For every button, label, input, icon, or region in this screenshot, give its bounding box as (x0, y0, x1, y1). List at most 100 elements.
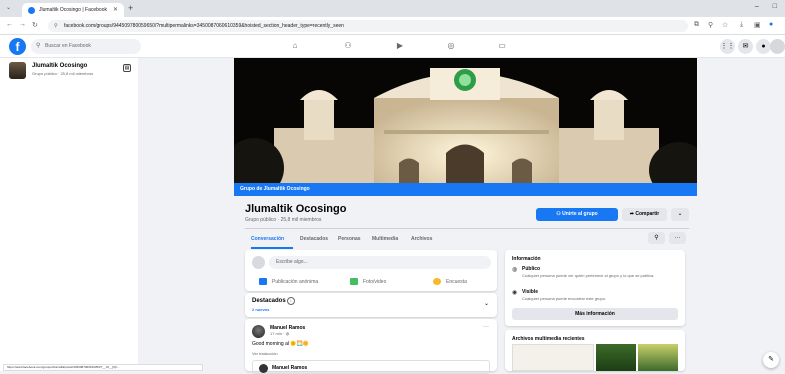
more-info-button[interactable]: Más información (512, 308, 678, 320)
group-meta: Grupo público · 25,8 mil miembros (245, 217, 322, 223)
shared-post[interactable]: Manuel Ramos (252, 360, 490, 374)
tab-files[interactable]: Archivos (411, 236, 432, 242)
tab-featured[interactable]: Destacados (300, 236, 328, 242)
more-options-button[interactable]: ⌄ (671, 208, 689, 221)
share-button[interactable]: ➦ Compartir (622, 208, 667, 221)
new-tab-icon[interactable]: + (128, 3, 133, 13)
church-illustration (234, 58, 697, 192)
avatar (252, 256, 265, 269)
group-thumbnail[interactable] (9, 62, 26, 79)
info-icon[interactable]: i (287, 297, 295, 305)
post-text: Good morning al 🌞🌅🌼 (252, 341, 310, 347)
site-info-icon[interactable]: ⚲ (54, 20, 58, 32)
visibility-heading: Visible (522, 289, 539, 295)
tab-people[interactable]: Personas (338, 236, 361, 242)
media-thumbnail[interactable] (512, 344, 594, 371)
group-search-icon[interactable]: ⚲ (648, 232, 665, 244)
avatar (259, 364, 268, 373)
install-app-icon[interactable]: ⧉ (694, 21, 699, 29)
see-translation-link[interactable]: Ver traducción (252, 351, 278, 356)
cover-photo[interactable] (234, 58, 697, 192)
post-options-icon[interactable]: ··· (483, 324, 489, 330)
tab-search-icon[interactable]: ⌄ (6, 4, 11, 11)
close-tab-icon[interactable]: ✕ (113, 6, 118, 13)
chevron-down-icon[interactable]: ⌄ (484, 300, 489, 307)
browser-tab[interactable]: Jlumaltik Ocosingo | Facebook ✕ (22, 3, 124, 17)
back-icon[interactable]: ← (6, 21, 13, 28)
minimize-icon[interactable]: – (755, 3, 759, 10)
globe-icon: ◍ (285, 331, 290, 336)
anonymous-post-label: Publicación anónima (272, 278, 319, 285)
globe-icon: ◍ (512, 267, 518, 273)
groups-icon[interactable]: ◎ (446, 41, 456, 51)
share-label: Compartir (635, 211, 660, 217)
featured-new-count: 2 nuevos (252, 307, 270, 312)
active-tab-indicator (251, 247, 293, 249)
privacy-description: Cualquier persona puede ver quién perten… (522, 273, 655, 278)
post-time-text: 17 min (270, 331, 283, 336)
photo-video-button[interactable]: Foto/video (350, 278, 386, 285)
new-message-icon[interactable]: ✎ (763, 352, 779, 368)
browser-tab-title: Jlumaltik Ocosingo | Facebook (39, 7, 107, 13)
watch-icon[interactable]: ▶ (395, 41, 405, 51)
facebook-favicon-icon (28, 6, 35, 14)
media-thumbnail[interactable] (596, 344, 636, 371)
messenger-icon[interactable]: ✉ (738, 39, 753, 54)
url-text: facebook.com/groups/944509780059650/?mul… (64, 23, 344, 29)
poll-icon (433, 278, 441, 285)
post-composer: Escribe algo... Publicación anónima Foto… (245, 250, 497, 291)
join-group-button[interactable]: ⚇ Unirte al grupo (536, 208, 618, 221)
sidebar-group-name[interactable]: Jlumaltik Ocosingo (32, 63, 87, 69)
zoom-icon[interactable]: ⚲ (708, 21, 713, 29)
tab-more-icon[interactable]: ··· (669, 232, 686, 244)
avatar[interactable] (252, 325, 265, 338)
anonymous-post-button[interactable]: Publicación anónima (259, 278, 318, 285)
visibility-description: Cualquier persona puede encontrar este g… (522, 296, 607, 301)
featured-section[interactable]: Destacados i 2 nuevos ⌄ (245, 293, 497, 317)
facebook-header: f ⚲ Buscar en Facebook ⌂ ⚇ ▶ ◎ ▭ ⋮⋮ ✉ ● (0, 35, 785, 58)
download-icon[interactable]: ⤓ (740, 21, 743, 29)
sidebar-group-meta: Grupo público · 25,8 mil miembros (32, 71, 94, 76)
media-title: Archivos multimedia recientes (512, 336, 585, 342)
anonymous-icon (259, 278, 267, 285)
poll-button[interactable]: Encuesta (433, 278, 467, 285)
tab-conversation[interactable]: Conversación (251, 236, 284, 242)
reload-icon[interactable]: ↻ (32, 21, 38, 29)
left-sidebar: Jlumaltik Ocosingo Grupo público · 25,8 … (0, 58, 138, 371)
collapse-sidebar-icon[interactable]: ▤ (123, 64, 131, 72)
forward-icon[interactable]: → (19, 21, 26, 28)
group-title: Jlumaltik Ocosingo (245, 203, 347, 215)
home-icon[interactable]: ⌂ (290, 41, 300, 51)
post-timestamp[interactable]: 17 min · ◍ (270, 331, 289, 336)
featured-title: Destacados (252, 298, 286, 304)
facebook-search-input[interactable]: ⚲ Buscar en Facebook (31, 39, 141, 54)
menu-grid-icon[interactable]: ⋮⋮ (720, 39, 735, 54)
feed-post: Manuel Ramos 17 min · ◍ ··· Good morning… (245, 319, 497, 374)
maximize-icon[interactable]: □ (773, 3, 777, 10)
cover-group-label[interactable]: Grupo de Jlumaltik Ocosingo (234, 183, 697, 196)
url-field[interactable]: ⚲ facebook.com/groups/944509780059650/?m… (48, 20, 688, 32)
tab-media[interactable]: Multimedia (372, 236, 398, 242)
media-thumbnail[interactable] (638, 344, 678, 371)
window-controls: – □ (755, 3, 777, 10)
about-title: Información (512, 256, 541, 262)
search-icon: ⚲ (36, 43, 41, 49)
about-card: Información ◍ Público Cualquier persona … (505, 250, 685, 326)
profile-icon[interactable]: ● (769, 21, 773, 28)
friends-icon[interactable]: ⚇ (343, 41, 353, 51)
photo-video-label: Foto/video (363, 278, 387, 285)
gaming-icon[interactable]: ▭ (497, 41, 507, 51)
search-placeholder: Buscar en Facebook (45, 43, 91, 49)
header-divider (245, 228, 689, 229)
browser-tab-bar: ⌄ Jlumaltik Ocosingo | Facebook ✕ + – □ (0, 0, 785, 17)
sidepanel-icon[interactable]: ▣ (754, 21, 761, 29)
account-avatar[interactable] (770, 39, 785, 54)
status-bar-url: https://www.facebook.com/groups/Jlumalti… (3, 364, 203, 371)
bookmark-star-icon[interactable]: ☆ (722, 21, 728, 29)
facebook-logo-icon[interactable]: f (9, 38, 26, 55)
address-bar: ← → ↻ ⚲ facebook.com/groups/944509780059… (0, 17, 785, 35)
composer-input[interactable]: Escribe algo... (269, 256, 491, 269)
notifications-icon[interactable]: ● (756, 39, 771, 54)
shared-post-author[interactable]: Manuel Ramos (272, 365, 307, 371)
photo-icon (350, 278, 358, 285)
